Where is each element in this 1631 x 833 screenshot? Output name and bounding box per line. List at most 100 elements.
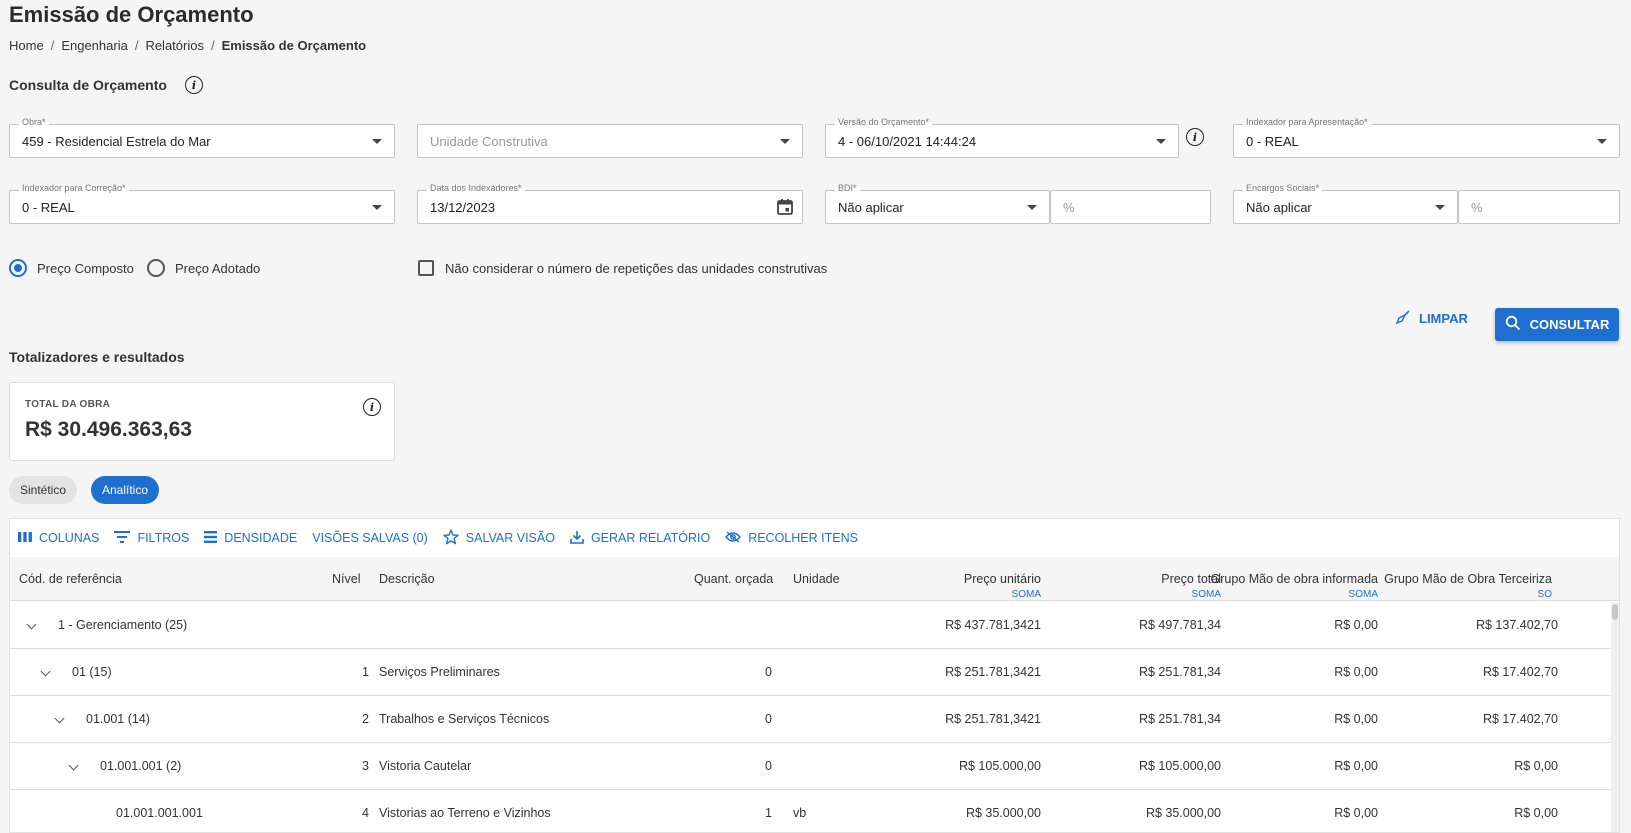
encargos-sociais-select[interactable]: Encargos Sociais* Não aplicar [1233,183,1458,224]
cell-grupo-mo: R$ 0,00 [1334,806,1378,820]
table-row[interactable]: 01 (15) 1 Serviços Preliminares 0 R$ 251… [10,649,1619,696]
indexador-apresentacao-value: 0 - REAL [1246,134,1299,149]
col-header-preco-unitario[interactable]: Preço unitário SOMA [964,572,1041,600]
indexador-correcao-value: 0 - REAL [22,200,75,215]
repeticoes-checkbox[interactable] [418,260,434,276]
versao-orcamento-select[interactable]: Versão do Orçamento* 4 - 06/10/2021 14:4… [825,117,1179,158]
broom-icon [1395,309,1411,328]
cell-preco-total: R$ 105.000,00 [1138,759,1221,773]
densidade-button[interactable]: DENSIDADE [204,530,297,546]
cell-preco-unitario: R$ 251.781,3421 [945,665,1041,679]
filter-icon [114,530,131,546]
cell-grupo-mo: R$ 0,00 [1334,618,1378,632]
table-row[interactable]: 01.001.001.001 4 Vistorias ao Terreno e … [10,790,1619,832]
col-header-unidade[interactable]: Unidade [793,572,840,586]
chevron-down-icon[interactable] [54,713,65,724]
recolher-itens-button[interactable]: RECOLHER ITENS [725,530,858,546]
versao-info-icon[interactable]: i [1186,128,1204,146]
cell-preco-total: R$ 497.781,34 [1138,618,1221,632]
visoes-salvas-button[interactable]: VISÕES SALVAS (0) [312,531,428,545]
cell-descricao: Vistorias ao Terreno e Vizinhos [379,806,551,820]
cell-descricao: Trabalhos e Serviços Técnicos [379,712,550,726]
eye-off-icon [725,530,742,546]
chevron-down-icon[interactable] [40,666,51,677]
grupo-mo-soma: SOMA [1348,589,1378,600]
table-row[interactable]: 1 - Gerenciamento (25) R$ 437.781,3421 R… [10,602,1619,649]
grid-toolbar: COLUNAS FILTROS DENSIDADE VISÕES SALVAS … [10,519,1619,557]
cell-quant: 0 [765,712,772,726]
dropdown-arrow-icon [1597,139,1607,144]
indexador-apresentacao-select[interactable]: Indexador para Apresentação* 0 - REAL [1233,117,1620,158]
dropdown-arrow-icon [1435,205,1445,210]
cell-preco-unitario: R$ 437.781,3421 [945,618,1041,632]
cell-preco-total: R$ 251.781,34 [1138,712,1221,726]
bdi-percent-input[interactable]: % [1050,190,1211,224]
cell-quant: 0 [765,665,772,679]
dropdown-arrow-icon [372,139,382,144]
encargos-value: Não aplicar [1246,200,1312,215]
search-icon [1505,315,1521,334]
cell-cod: 1 - Gerenciamento (25) [58,618,188,632]
limpar-button[interactable]: LIMPAR [1395,305,1468,331]
cell-preco-unitario: R$ 251.781,3421 [945,712,1041,726]
bdi-select[interactable]: BDI* Não aplicar [825,183,1050,224]
obra-select[interactable]: Obra* 459 - Residencial Estrela do Mar [9,117,395,158]
dropdown-arrow-icon [372,205,382,210]
preco-composto-radio[interactable] [9,259,27,277]
breadcrumb-relatorios[interactable]: Relatórios [145,38,204,53]
gerar-relatorio-button[interactable]: GERAR RELATÓRIO [570,530,710,547]
chevron-down-icon[interactable] [68,760,79,771]
star-icon [443,528,459,548]
colunas-button[interactable]: COLUNAS [18,531,99,546]
cell-nivel: 2 [362,712,369,726]
obra-label: Obra* [19,117,49,127]
chevron-down-icon[interactable] [26,619,37,630]
indexador-correcao-select[interactable]: Indexador para Correção* 0 - REAL [9,183,395,224]
cell-cod: 01.001.001 (2) [100,759,182,773]
breadcrumb-engenharia[interactable]: Engenharia [61,38,128,53]
query-section-title: Consulta de Orçamento [9,77,167,93]
encargos-percent-input[interactable]: % [1458,190,1620,224]
cell-grupo-terceirizada: R$ 0,00 [1514,806,1558,820]
unidade-construtiva-select[interactable]: Unidade Construtiva [417,124,803,158]
preco-unitario-title: Preço unitário [963,572,1041,586]
data-indexadores-value: 13/12/2023 [430,200,496,215]
density-icon [204,530,218,546]
cell-nivel: 4 [362,806,369,820]
table-row[interactable]: 01.001 (14) 2 Trabalhos e Serviços Técni… [10,696,1619,743]
sintetico-toggle[interactable]: Sintético [9,476,77,504]
scrollbar-thumb[interactable] [1612,604,1618,620]
cell-cod: 01.001 (14) [86,712,150,726]
grupo-mo-title: Grupo Mão de obra informada [1210,572,1378,586]
salvar-visao-label: SALVAR VISÃO [465,531,555,545]
breadcrumb-home[interactable]: Home [9,38,44,53]
page-title: Emissão de Orçamento [9,2,254,27]
table-row[interactable]: 01.001.001 (2) 3 Vistoria Cautelar 0 R$ … [10,743,1619,790]
data-indexadores-field[interactable]: Data dos Indexadores* 13/12/2023 [417,183,803,224]
repeticoes-checkbox-label: Não considerar o número de repetições da… [445,261,828,276]
col-header-descricao[interactable]: Descrição [379,572,435,586]
bdi-label: BDI* [835,183,860,193]
encargos-percent-placeholder: % [1471,200,1483,215]
calendar-icon[interactable] [776,198,794,221]
grid-scrollbar[interactable] [1611,602,1619,832]
total-info-icon[interactable]: i [363,398,381,416]
indexador-correcao-label: Indexador para Correção* [19,183,129,193]
col-header-nivel[interactable]: Nível [332,572,360,586]
cell-grupo-mo: R$ 0,00 [1334,665,1378,679]
cell-preco-unitario: R$ 35.000,00 [965,806,1041,820]
salvar-visao-button[interactable]: SALVAR VISÃO [443,528,555,548]
preco-adotado-radio[interactable] [147,259,165,277]
col-header-grupo-terceirizada[interactable]: Grupo Mão de Obra Terceiriza SO [1382,572,1552,600]
info-icon[interactable]: i [185,76,203,94]
versao-label: Versão do Orçamento* [835,117,933,127]
cell-nivel: 1 [362,665,369,679]
col-header-quant[interactable]: Quant. orçada [694,572,773,586]
col-header-grupo-mo[interactable]: Grupo Mão de obra informada SOMA [1203,572,1378,600]
bdi-percent-placeholder: % [1063,200,1075,215]
filtros-button[interactable]: FILTROS [114,530,189,546]
cell-grupo-mo: R$ 0,00 [1334,712,1378,726]
consultar-button[interactable]: CONSULTAR [1495,308,1619,341]
analitico-toggle[interactable]: Analítico [91,476,159,504]
col-header-cod[interactable]: Cód. de referência [19,572,122,586]
